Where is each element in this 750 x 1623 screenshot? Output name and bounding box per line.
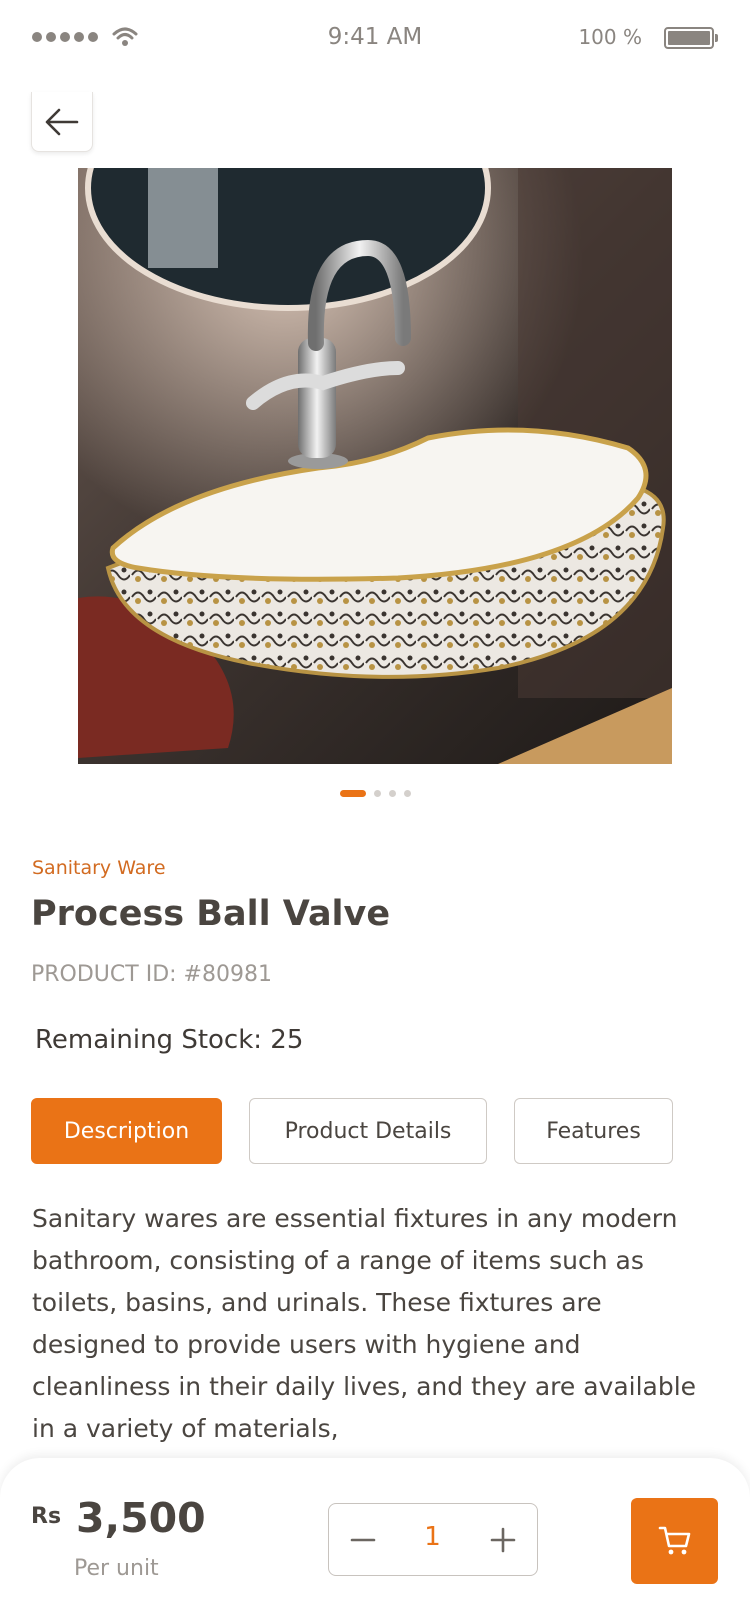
- back-button[interactable]: [31, 92, 93, 152]
- pager-dot-3[interactable]: [388, 790, 396, 797]
- product-image[interactable]: [78, 168, 672, 764]
- tab-description[interactable]: Description: [31, 1098, 222, 1164]
- cart-icon: [658, 1526, 690, 1555]
- remaining-stock: Remaining Stock: 25: [35, 1025, 304, 1055]
- tab-features[interactable]: Features: [514, 1098, 673, 1164]
- per-unit-label: Per unit: [74, 1556, 159, 1581]
- add-to-cart-button[interactable]: [631, 1498, 718, 1584]
- product-id: PRODUCT ID: #80981: [31, 962, 272, 987]
- product-category: Sanitary Ware: [32, 857, 166, 879]
- tab-product-details[interactable]: Product Details: [249, 1098, 487, 1164]
- quantity-stepper: 1: [328, 1503, 538, 1576]
- currency-label: Rs: [31, 1504, 62, 1529]
- image-pager[interactable]: [0, 790, 750, 797]
- purchase-bar: Rs 3,500 Per unit 1: [0, 1458, 750, 1623]
- sink-photo: [78, 168, 672, 764]
- price-value: 3,500: [76, 1494, 206, 1542]
- battery-percentage: 100 %: [578, 25, 642, 49]
- plus-icon: [490, 1527, 516, 1553]
- product-title: Process Ball Valve: [31, 894, 391, 934]
- battery-icon: [664, 27, 718, 49]
- increase-quantity-button[interactable]: [481, 1518, 525, 1562]
- product-description: Sanitary wares are essential fixtures in…: [32, 1204, 697, 1443]
- pager-dot-1[interactable]: [339, 790, 366, 797]
- status-bar: 9:41 AM 100 %: [0, 0, 750, 76]
- info-tabs: Description Product Details Features: [31, 1098, 721, 1164]
- pager-dot-4[interactable]: [403, 790, 411, 797]
- pager-dot-2[interactable]: [373, 790, 381, 797]
- arrow-left-icon: [45, 108, 79, 135]
